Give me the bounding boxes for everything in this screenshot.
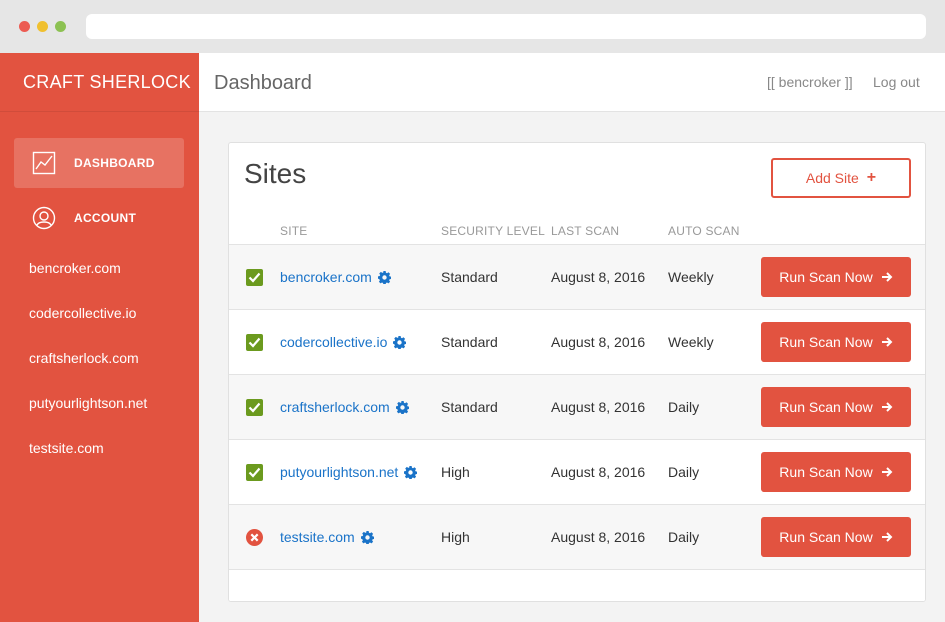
check-icon xyxy=(246,334,263,351)
table-row: craftsherlock.com Standard August 8, 201… xyxy=(229,374,925,439)
column-header-last-scan: LAST SCAN xyxy=(551,224,620,238)
page-title: Dashboard xyxy=(214,72,312,94)
sidebar-site-link[interactable]: craftsherlock.com xyxy=(29,350,139,366)
gear-icon[interactable] xyxy=(404,465,418,479)
brand-title: CRAFT SHERLOCK xyxy=(0,53,199,112)
security-level: Standard xyxy=(441,334,498,350)
site-link[interactable]: codercollective.io xyxy=(280,334,407,350)
last-scan: August 8, 2016 xyxy=(551,269,646,285)
run-scan-button[interactable]: Run Scan Now xyxy=(761,517,911,557)
site-name: codercollective.io xyxy=(280,334,388,350)
plus-icon: + xyxy=(866,169,877,186)
run-scan-label: Run Scan Now xyxy=(779,334,873,350)
table-row: bencroker.com Standard August 8, 2016 We… xyxy=(229,244,925,309)
nav-label-dashboard: DASHBOARD xyxy=(74,156,155,170)
main-content: Dashboard [[ bencroker ]] Log out Sites … xyxy=(199,53,945,622)
run-scan-label: Run Scan Now xyxy=(779,464,873,480)
site-name: craftsherlock.com xyxy=(280,399,390,415)
gear-icon[interactable] xyxy=(360,530,374,544)
window-maximize-dot[interactable] xyxy=(55,21,66,32)
site-name: putyourlightson.net xyxy=(280,464,399,480)
site-link[interactable]: bencroker.com xyxy=(280,269,391,285)
sidebar: CRAFT SHERLOCK DASHBOARD ACCOUNT bencrok… xyxy=(0,53,199,622)
error-icon xyxy=(246,529,263,546)
sites-table: bencroker.com Standard August 8, 2016 We… xyxy=(229,244,925,569)
arrow-right-icon xyxy=(881,467,893,477)
arrow-right-icon xyxy=(881,402,893,412)
run-scan-button[interactable]: Run Scan Now xyxy=(761,387,911,427)
arrow-right-icon xyxy=(881,272,893,282)
panel-title: Sites xyxy=(244,158,307,189)
site-name: bencroker.com xyxy=(280,269,372,285)
last-scan: August 8, 2016 xyxy=(551,529,646,545)
last-scan: August 8, 2016 xyxy=(551,464,646,480)
site-link[interactable]: putyourlightson.net xyxy=(280,464,418,480)
check-icon xyxy=(246,399,263,416)
address-bar[interactable] xyxy=(86,14,926,39)
column-header-auto-scan: AUTO SCAN xyxy=(668,224,740,238)
logout-link[interactable]: Log out xyxy=(873,74,920,90)
user-menu-link[interactable]: [[ bencroker ]] xyxy=(767,74,853,90)
security-level: Standard xyxy=(441,399,498,415)
sites-panel: Sites Add Site + SITE SECURITY LEVEL LAS… xyxy=(228,142,926,602)
run-scan-button[interactable]: Run Scan Now xyxy=(761,452,911,492)
auto-scan: Weekly xyxy=(668,269,714,285)
gear-icon[interactable] xyxy=(395,400,409,414)
top-bar: Dashboard [[ bencroker ]] Log out xyxy=(199,53,945,112)
auto-scan: Daily xyxy=(668,399,700,415)
chart-icon xyxy=(32,151,56,175)
panel-footer xyxy=(229,569,925,601)
arrow-right-icon xyxy=(881,337,893,347)
nav-item-account[interactable]: ACCOUNT xyxy=(14,193,184,243)
run-scan-label: Run Scan Now xyxy=(779,269,873,285)
table-row: testsite.com High August 8, 2016 Daily R… xyxy=(229,504,925,569)
nav-label-account: ACCOUNT xyxy=(74,211,137,225)
column-header-security: SECURITY LEVEL xyxy=(441,224,545,238)
last-scan: August 8, 2016 xyxy=(551,399,646,415)
gear-icon[interactable] xyxy=(393,335,407,349)
last-scan: August 8, 2016 xyxy=(551,334,646,350)
window-close-dot[interactable] xyxy=(19,21,30,32)
column-header-site: SITE xyxy=(280,224,308,238)
auto-scan: Daily xyxy=(668,464,700,480)
sidebar-site-link[interactable]: bencroker.com xyxy=(29,260,121,276)
auto-scan: Daily xyxy=(668,529,700,545)
add-site-button[interactable]: Add Site + xyxy=(771,158,911,198)
arrow-right-icon xyxy=(881,532,893,542)
auto-scan: Weekly xyxy=(668,334,714,350)
check-icon xyxy=(246,269,263,286)
table-row: putyourlightson.net High August 8, 2016 … xyxy=(229,439,925,504)
user-icon xyxy=(32,206,56,230)
site-link[interactable]: testsite.com xyxy=(280,529,374,545)
check-icon xyxy=(246,464,263,481)
add-site-label: Add Site xyxy=(805,170,859,186)
gear-icon[interactable] xyxy=(377,270,391,284)
site-link[interactable]: craftsherlock.com xyxy=(280,399,409,415)
sidebar-site-link[interactable]: testsite.com xyxy=(29,440,104,456)
table-row: codercollective.io Standard August 8, 20… xyxy=(229,309,925,374)
browser-chrome xyxy=(0,0,945,53)
sidebar-site-link[interactable]: putyourlightson.net xyxy=(29,395,147,411)
run-scan-label: Run Scan Now xyxy=(779,399,873,415)
nav-item-dashboard[interactable]: DASHBOARD xyxy=(14,138,184,188)
run-scan-button[interactable]: Run Scan Now xyxy=(761,322,911,362)
sidebar-site-link[interactable]: codercollective.io xyxy=(29,305,136,321)
security-level: High xyxy=(441,464,470,480)
site-name: testsite.com xyxy=(280,529,355,545)
security-level: High xyxy=(441,529,470,545)
window-minimize-dot[interactable] xyxy=(37,21,48,32)
run-scan-label: Run Scan Now xyxy=(779,529,873,545)
run-scan-button[interactable]: Run Scan Now xyxy=(761,257,911,297)
security-level: Standard xyxy=(441,269,498,285)
